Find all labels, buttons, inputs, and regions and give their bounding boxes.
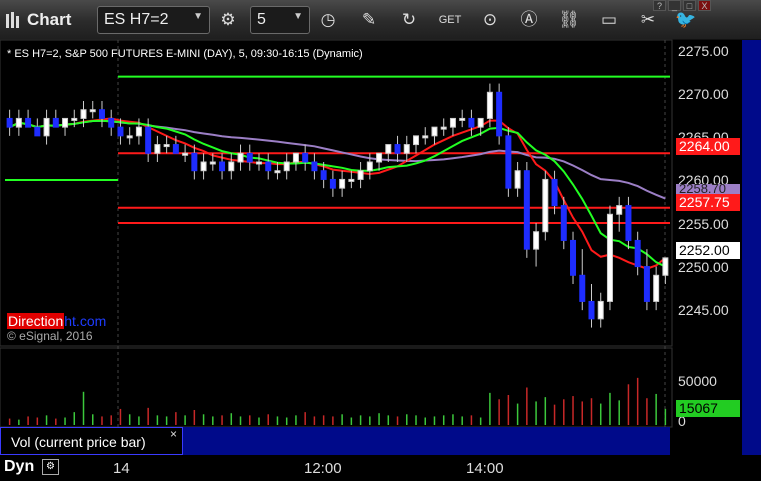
volume-study-label[interactable]: Vol (current price bar) [0, 427, 183, 455]
candle-body [431, 126, 438, 137]
price-chart[interactable] [0, 0, 761, 481]
candle-body [339, 178, 346, 189]
candle-body [477, 117, 484, 128]
candle-body [292, 152, 299, 163]
candle-body [588, 300, 595, 320]
candle-body [228, 161, 235, 172]
candle-body [108, 117, 115, 128]
candle-body [459, 117, 466, 121]
candle-body [523, 170, 530, 250]
candle-body [403, 144, 410, 154]
candle-body [52, 117, 59, 128]
candle-body [15, 117, 22, 128]
candle-body [616, 205, 623, 215]
candle-body [579, 274, 586, 302]
candle-body [283, 161, 290, 172]
candle-body [422, 135, 429, 139]
candle-body [662, 257, 669, 276]
candle-body [486, 91, 493, 119]
candle-body [496, 91, 503, 137]
volume-badge: 15067 [676, 400, 740, 417]
candle-body [634, 239, 641, 268]
candle-body [311, 161, 318, 172]
close-icon[interactable]: × [170, 427, 177, 441]
candle-body [551, 178, 558, 207]
candle-body [597, 300, 604, 320]
candle-body [440, 126, 447, 130]
time-tick: 12:00 [304, 460, 342, 477]
copyright-text: © eSignal, 2016 [7, 329, 93, 343]
candle-body [80, 109, 87, 119]
candle-body [71, 117, 78, 121]
candle-body [209, 161, 216, 165]
candle-body [6, 117, 13, 128]
candle-body [237, 152, 244, 163]
candle-body [329, 178, 336, 189]
candle-body [542, 178, 549, 233]
price-tick: 2275.00 [678, 43, 729, 59]
candle-body [154, 144, 161, 154]
candle-body [255, 161, 262, 165]
chart-title: * ES H7=2, S&P 500 FUTURES E-MINI (DAY),… [7, 48, 363, 60]
candle-body [191, 152, 198, 172]
candle-body [98, 109, 105, 119]
candle-body [265, 161, 272, 172]
candle-body [89, 109, 96, 113]
candle-body [182, 152, 189, 156]
price-panel [0, 39, 673, 347]
candle-body [449, 117, 456, 128]
candle-body [376, 152, 383, 163]
price-tick: 2270.00 [678, 86, 729, 102]
candle-body [625, 205, 632, 241]
candle-body [394, 144, 401, 154]
last-price-badge: 2252.00 [676, 242, 740, 259]
time-tick: 14:00 [466, 460, 504, 477]
candle-body [514, 170, 521, 189]
watermark-logo: Directionht.com [7, 313, 107, 329]
candle-body [25, 117, 32, 128]
candle-body [348, 178, 355, 182]
candle-body [366, 161, 373, 172]
candle-body [643, 266, 650, 302]
candle-body [135, 126, 142, 137]
candle-body [302, 152, 309, 163]
candle-body [468, 117, 475, 128]
price-tick: 2255.00 [678, 216, 729, 232]
candle-body [219, 161, 226, 172]
candle-body [145, 126, 152, 154]
candle-body [246, 152, 253, 163]
candle-body [560, 205, 567, 241]
candle-body [200, 161, 207, 172]
candle-body [505, 135, 512, 189]
dynamic-mode-label[interactable]: Dyn [4, 458, 34, 476]
candle-body [163, 144, 170, 148]
candle-body [43, 117, 50, 137]
candle-body [117, 126, 124, 137]
candle-body [34, 126, 41, 137]
candle-body [172, 144, 179, 154]
candle-body [126, 135, 133, 139]
time-tick: 14 [113, 460, 130, 477]
price-tick: 2245.00 [678, 302, 729, 318]
volume-panel [0, 347, 673, 428]
scroll-bar[interactable] [183, 427, 670, 455]
price-tick: 2250.00 [678, 259, 729, 275]
level-badge-red: 2264.00 [676, 138, 740, 155]
candle-body [570, 239, 577, 276]
candle-body [413, 135, 420, 146]
candle-body [533, 231, 540, 250]
settings-icon[interactable]: ⚙ [42, 459, 59, 475]
candle-body [320, 170, 327, 180]
volume-tick: 50000 [678, 373, 717, 389]
level-badge-red: 2257.75 [676, 194, 740, 211]
candle-body [385, 144, 392, 154]
vertical-scrollbar[interactable] [742, 40, 761, 481]
candle-body [653, 274, 660, 302]
candle-body [606, 213, 613, 302]
candle-body [62, 117, 69, 128]
candle-body [274, 170, 281, 174]
candle-body [357, 170, 364, 180]
